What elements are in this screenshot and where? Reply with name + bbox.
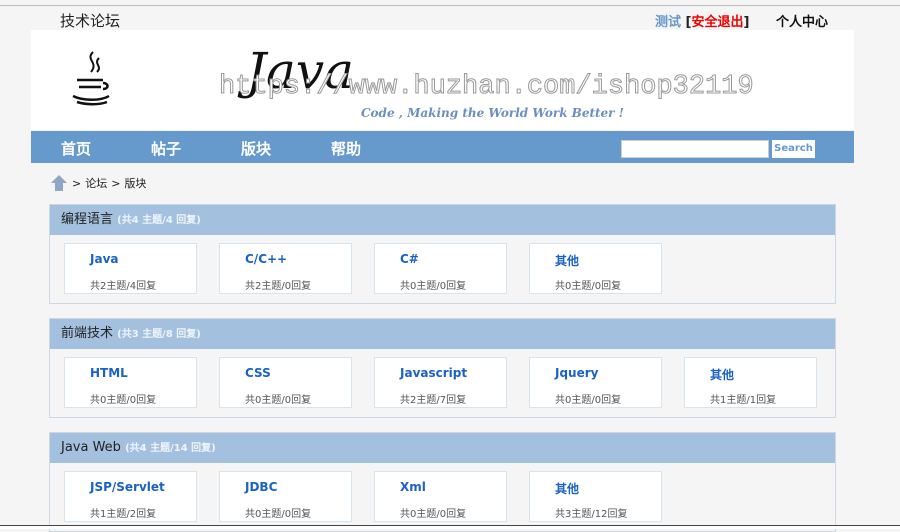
board-list: HTML 共0主题/0回复 CSS 共0主题/0回复 Javascript 共2主题/7回…	[50, 349, 835, 417]
search-input[interactable]	[621, 140, 769, 158]
board-card[interactable]: 其他共0主题/0回复	[529, 243, 662, 294]
board-card[interactable]: 其他共1主题/1回复	[684, 357, 817, 408]
board-section: Java Web (共4 主题/14 回复) JSP/Servlet 共1主题/2回…	[49, 432, 836, 532]
breadcrumb-current: 版块	[124, 177, 147, 190]
slogan: Code , Making the World Work Better !	[361, 106, 624, 120]
board-card[interactable]: Xml 共0主题/0回复	[374, 471, 507, 522]
board-stats: 共2主题/0回复	[245, 281, 312, 292]
section-count: (共4 主题/14 回复)	[125, 443, 216, 454]
nav-boards[interactable]: 版块	[241, 138, 271, 159]
board-card[interactable]: CSS 共0主题/0回复	[219, 357, 352, 408]
user-bar: 测试 [安全退出] 个人中心	[655, 11, 828, 30]
breadcrumb-sep: >	[72, 176, 82, 190]
top-divider	[0, 5, 900, 6]
board-card[interactable]: C# 共0主题/0回复	[374, 243, 507, 294]
board-name[interactable]: JDBC	[245, 480, 277, 494]
board-name[interactable]: Jquery	[555, 366, 598, 380]
board-name[interactable]: 其他	[555, 252, 579, 269]
board-name[interactable]: C/C++	[245, 252, 287, 266]
username-link[interactable]: 测试	[655, 15, 681, 30]
board-list: JSP/Servlet 共1主题/2回复 JDBC 共0主题/0回复 Xml 共0主题/0…	[50, 463, 835, 531]
board-stats: 共0主题/0回复	[555, 281, 622, 292]
board-name[interactable]: Javascript	[400, 366, 467, 380]
board-stats: 共2主题/4回复	[90, 281, 157, 292]
board-stats: 共0主题/0回复	[400, 281, 467, 292]
board-name[interactable]: 其他	[555, 480, 579, 497]
board-name[interactable]: JSP/Servlet	[90, 480, 165, 494]
search-button[interactable]: Search	[772, 140, 815, 158]
board-name[interactable]: HTML	[90, 366, 128, 380]
logout-link[interactable]: 安全退出	[691, 15, 743, 30]
home-icon[interactable]	[50, 174, 68, 192]
breadcrumb-forum[interactable]: 论坛	[85, 175, 107, 191]
nav-posts[interactable]: 帖子	[151, 138, 181, 159]
section-count: (共4 主题/4 回复)	[117, 215, 201, 226]
nav-home[interactable]: 首页	[61, 138, 91, 159]
board-stats: 共3主题/12回复	[555, 509, 628, 520]
nav-help[interactable]: 帮助	[331, 138, 361, 159]
watermark: https://www.huzhan.com/ishop32119	[219, 72, 755, 103]
board-list: Java 共2主题/4回复 C/C++ 共2主题/0回复 C# 共0主题/0回复 其他 共0主…	[50, 235, 835, 303]
section-header: Java Web (共4 主题/14 回复)	[50, 433, 835, 463]
section-count: (共3 主题/8 回复)	[117, 329, 201, 340]
board-name[interactable]: Xml	[400, 480, 426, 494]
breadcrumb-sep: >	[111, 176, 121, 190]
board-card[interactable]: Javascript 共2主题/7回复	[374, 357, 507, 408]
board-card[interactable]: C/C++ 共2主题/0回复	[219, 243, 352, 294]
board-stats: 共0主题/0回复	[90, 395, 157, 406]
board-stats: 共0主题/0回复	[245, 509, 312, 520]
java-cup-icon	[72, 51, 110, 106]
section-title: 前端技术	[61, 326, 114, 341]
section-header: 编程语言 (共4 主题/4 回复)	[50, 205, 835, 235]
bracket: ]	[743, 15, 750, 30]
user-center-link[interactable]: 个人中心	[776, 15, 828, 30]
board-stats: 共1主题/1回复	[710, 395, 777, 406]
board-name[interactable]: C#	[400, 252, 419, 266]
board-section: 前端技术 (共3 主题/8 回复) HTML 共0主题/0回复 CSS 共0主题/0回复…	[49, 318, 836, 418]
section-title: Java Web	[61, 440, 121, 455]
board-stats: 共0主题/0回复	[555, 395, 622, 406]
section-header: 前端技术 (共3 主题/8 回复)	[50, 319, 835, 349]
site-title: 技术论坛	[60, 12, 121, 30]
board-name[interactable]: CSS	[245, 366, 271, 380]
board-card[interactable]: Jquery 共0主题/0回复	[529, 357, 662, 408]
board-name[interactable]: 其他	[710, 366, 734, 383]
banner: Java https://www.huzhan.com/ishop32119 C…	[31, 30, 854, 130]
board-stats: 共0主题/0回复	[245, 395, 312, 406]
bottom-edge	[0, 525, 900, 529]
board-card[interactable]: HTML 共0主题/0回复	[64, 357, 197, 408]
board-stats: 共2主题/7回复	[400, 395, 467, 406]
board-card[interactable]: 其他共3主题/12回复	[529, 471, 662, 522]
board-stats: 共1主题/2回复	[90, 509, 157, 520]
board-card[interactable]: JSP/Servlet 共1主题/2回复	[64, 471, 197, 522]
breadcrumb: > 论坛 > 版块	[50, 174, 146, 192]
section-title: 编程语言	[61, 212, 114, 227]
board-card[interactable]: JDBC 共0主题/0回复	[219, 471, 352, 522]
board-section: 编程语言 (共4 主题/4 回复) Java 共2主题/4回复 C/C++ 共2主题/0…	[49, 204, 836, 304]
main-nav: 首页 帖子 版块 帮助 Search	[31, 131, 854, 163]
board-card[interactable]: Java 共2主题/4回复	[64, 243, 197, 294]
board-stats: 共0主题/0回复	[400, 509, 467, 520]
board-name[interactable]: Java	[90, 252, 118, 266]
